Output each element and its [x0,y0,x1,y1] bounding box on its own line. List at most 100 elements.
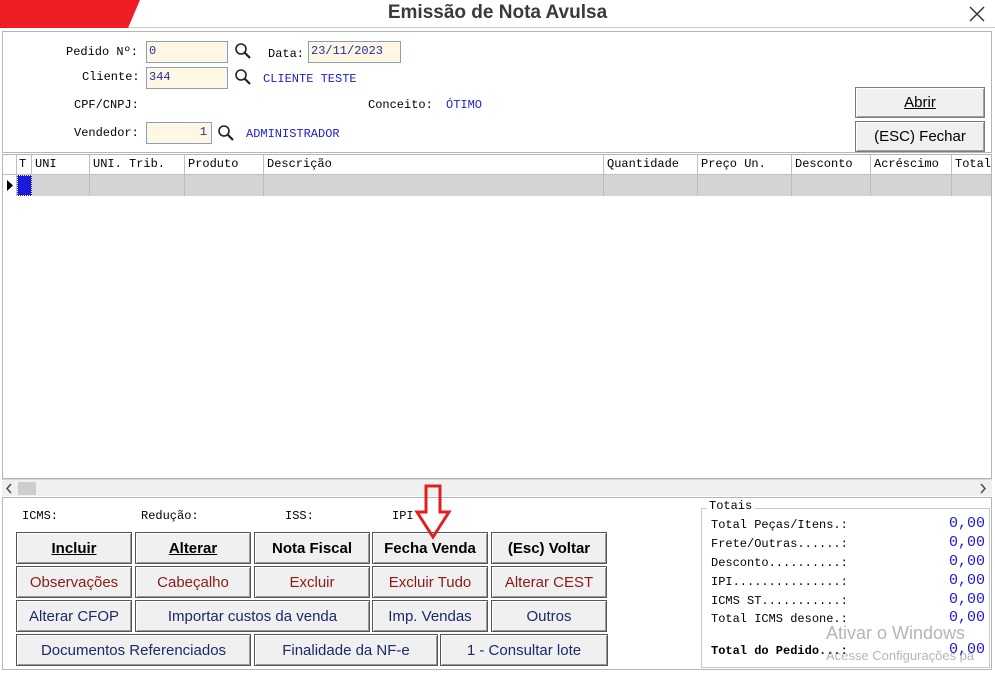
col-header-descricao[interactable]: Descrição [264,155,604,175]
observacoes-button[interactable]: Observações [16,566,132,598]
consultar-lote-label: 1 - Consultar lote [466,641,582,659]
incluir-button[interactable]: Incluir [16,532,132,564]
excluir-label: Excluir [289,573,335,591]
outros-button[interactable]: Outros [491,600,607,632]
imp-vendas-label: Imp. Vendas [388,607,472,625]
data-field[interactable]: 23/11/2023 [308,41,401,63]
col-header-t[interactable]: T [17,155,32,175]
fechar-label: (ESC) Fechar [874,128,966,145]
table-row[interactable] [3,175,991,196]
activation-watermark-subtitle: Acesse Configurações pa [826,648,975,663]
total-pecas-label: Total Peças/Itens.: [711,518,848,532]
finalidade-nfe-button[interactable]: Finalidade da NF-e [254,634,438,666]
alterar-cest-label: Alterar CEST [504,573,594,591]
documentos-referenciados-label: Documentos Referenciados [40,641,227,659]
incluir-label: Incluir [51,539,97,557]
col-header-acrescimo[interactable]: Acréscimo [871,155,952,175]
nota-fiscal-button[interactable]: Nota Fiscal [254,532,370,564]
items-grid[interactable]: T UNI UNI. Trib. Produto Descrição Quant… [2,154,992,479]
imp-vendas-button[interactable]: Imp. Vendas [372,600,488,632]
cabecalho-button[interactable]: Cabeçalho [135,566,251,598]
search-vendedor-icon[interactable] [217,124,235,142]
vendedor-field[interactable]: 1 [146,122,212,144]
esc-voltar-label: (Esc) Voltar [507,539,591,557]
icms-st-value: 0,00 [948,591,985,608]
excluir-tudo-label: Excluir Tudo [388,573,472,591]
consultar-lote-button[interactable]: 1 - Consultar lote [440,634,608,666]
vendedor-name: ADMINISTRADOR [246,127,340,141]
window-title: Emissão de Nota Avulsa [387,2,608,23]
table-cell[interactable] [185,175,264,196]
frete-outras-value: 0,00 [948,534,985,551]
grid-header: T UNI UNI. Trib. Produto Descrição Quant… [3,155,991,175]
importar-custos-label: Importar custos da venda [167,607,338,625]
col-header-produto[interactable]: Produto [185,155,264,175]
finalidade-nfe-label: Finalidade da NF-e [282,641,410,659]
cpf-cnpj-label: CPF/CNPJ: [74,98,139,112]
alterar-cest-button[interactable]: Alterar CEST [491,566,607,598]
scroll-right-icon[interactable] [978,483,988,494]
data-label: Data: [268,47,305,61]
col-header-preco-un[interactable]: Preço Un. [698,155,792,175]
frete-outras-label: Frete/Outras......: [711,537,848,551]
alterar-cfop-button[interactable]: Alterar CFOP [16,600,132,632]
col-header-uni-trib[interactable]: UNI. Trib. [90,155,185,175]
row-pointer-icon [7,180,13,191]
cabecalho-label: Cabeçalho [157,573,229,591]
table-cell[interactable] [90,175,185,196]
active-cell[interactable] [17,175,32,196]
scrollbar-thumb[interactable] [18,482,36,495]
esc-voltar-button[interactable]: (Esc) Voltar [491,532,607,564]
abrir-label: Abrir [904,94,936,111]
ipi-label: IPI [392,509,414,523]
pedido-label: Pedido Nº: [66,45,139,59]
icms-st-label: ICMS ST...........: [711,594,848,608]
cliente-name: CLIENTE TESTE [263,72,357,86]
activation-watermark-title: Ativar o Windows [826,623,966,643]
cliente-field[interactable]: 344 [146,67,228,89]
abrir-button[interactable]: Abrir [855,87,985,118]
totals-legend: Totais [707,499,755,513]
search-cliente-icon[interactable] [234,68,252,86]
documentos-referenciados-button[interactable]: Documentos Referenciados [16,634,251,666]
importar-custos-button[interactable]: Importar custos da venda [135,600,370,632]
close-button[interactable] [962,1,992,27]
conceito-value: ÓTIMO [446,98,483,112]
desconto-value: 0,00 [948,553,985,570]
vendedor-label: Vendedor: [74,126,139,140]
observacoes-label: Observações [29,573,119,591]
reducao-label: Redução: [141,509,199,523]
table-cell[interactable] [604,175,698,196]
table-cell[interactable] [952,175,991,196]
col-header-quantidade[interactable]: Quantidade [604,155,698,175]
icms-label: ICMS: [22,509,59,523]
col-header-uni[interactable]: UNI [32,155,90,175]
search-pedido-icon[interactable] [234,42,252,60]
outros-label: Outros [526,607,572,625]
table-cell[interactable] [32,175,90,196]
horizontal-scrollbar[interactable] [2,479,992,496]
excluir-tudo-button[interactable]: Excluir Tudo [372,566,488,598]
alterar-button[interactable]: Alterar [135,532,251,564]
col-header-desconto[interactable]: Desconto [792,155,871,175]
desconto-label: Desconto..........: [711,556,848,570]
row-indicator [3,175,17,196]
table-cell[interactable] [871,175,952,196]
fecha-venda-label: Fecha Venda [384,539,476,557]
col-filler [3,155,17,175]
alterar-cfop-label: Alterar CFOP [28,607,119,625]
excluir-button[interactable]: Excluir [254,566,370,598]
ipi-total-label: IPI...............: [711,575,848,589]
col-header-total[interactable]: Total [952,155,991,175]
table-cell[interactable] [264,175,604,196]
scroll-left-icon[interactable] [4,483,14,494]
table-cell[interactable] [698,175,792,196]
nota-fiscal-label: Nota Fiscal [271,539,353,557]
table-cell[interactable] [792,175,871,196]
pedido-field[interactable]: 0 [146,41,228,63]
fechar-button[interactable]: (ESC) Fechar [855,121,985,152]
iss-label: ISS: [285,509,314,523]
alterar-label: Alterar [168,539,218,557]
down-arrow-annotation-icon [414,484,452,540]
conceito-label: Conceito: [368,98,433,112]
